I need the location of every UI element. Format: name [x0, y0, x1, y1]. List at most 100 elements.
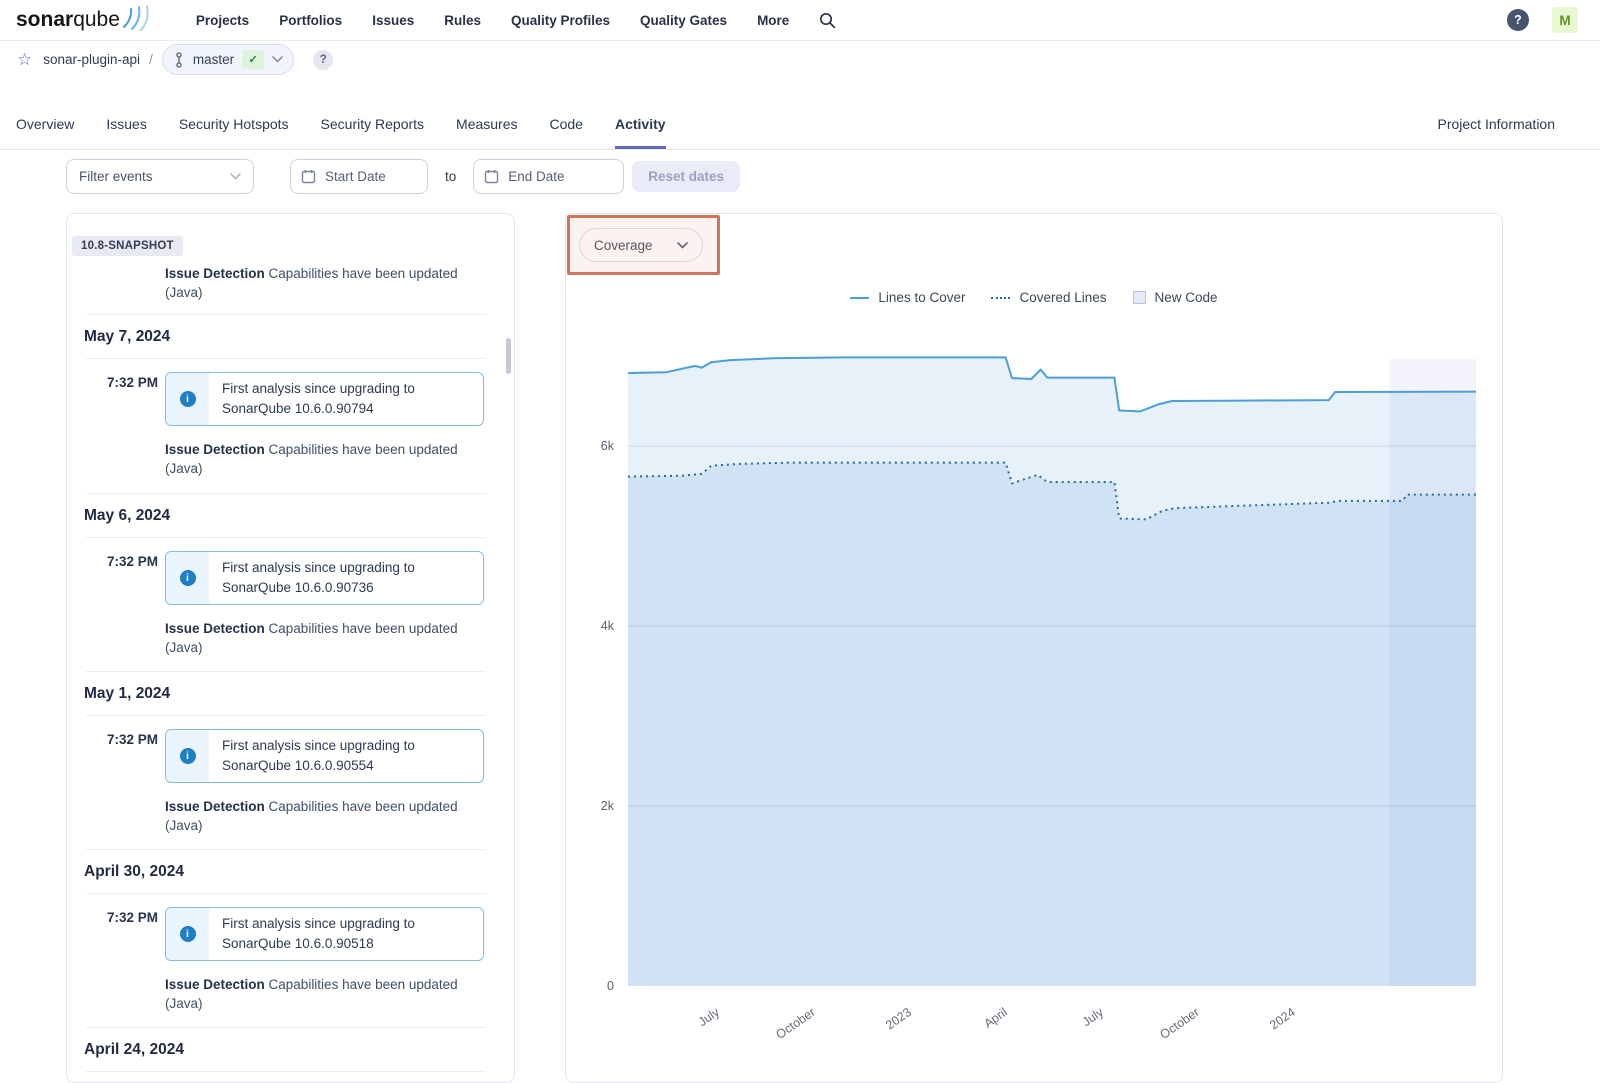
graph-metric-value: Coverage: [594, 238, 653, 253]
x-axis-tick-label: 2023: [883, 1005, 914, 1032]
graph-metric-select[interactable]: Coverage: [579, 228, 703, 262]
area-fill-covered-lines: [628, 463, 1476, 986]
legend-item-covered-lines[interactable]: Covered Lines: [991, 290, 1106, 305]
nav-item-issues[interactable]: Issues: [372, 13, 414, 28]
coverage-chart[interactable]: 02k4k6kJulyOctober2023AprilJulyOctober20…: [566, 332, 1504, 1074]
analysis-event-card[interactable]: iFirst analysis since upgrading to Sonar…: [165, 907, 484, 961]
nav-right: ? M: [1507, 7, 1578, 33]
chevron-down-icon: [272, 56, 283, 63]
divider: [86, 893, 486, 894]
legend-item-new-code[interactable]: New Code: [1133, 290, 1218, 305]
info-icon: i: [180, 391, 196, 407]
tab-measures[interactable]: Measures: [456, 116, 517, 149]
legend-item-lines-to-cover[interactable]: Lines to Cover: [850, 290, 965, 305]
tab-security-hotspots[interactable]: Security Hotspots: [179, 116, 289, 149]
version-badge: 10.8-SNAPSHOT: [72, 236, 183, 256]
nav-item-rules[interactable]: Rules: [444, 13, 481, 28]
divider: [86, 671, 486, 672]
x-axis-tick-label: October: [773, 1005, 817, 1042]
project-name-link[interactable]: sonar-plugin-api: [43, 52, 140, 67]
legend-dotted-swatch: [991, 297, 1010, 299]
event-card-text: First analysis since upgrading to SonarQ…: [209, 908, 465, 960]
analysis-event-card[interactable]: i First analysis since upgrading to Sonar…: [165, 551, 484, 605]
event-card-text: First analysis since upgrading to SonarQ…: [209, 552, 465, 604]
reset-dates-button[interactable]: Reset dates: [632, 161, 740, 192]
event-note: Issue Detection Capabilities have been u…: [165, 264, 473, 302]
event-row: 7:32 PM i First analysis since upgrading t…: [67, 551, 514, 605]
tab-security-reports[interactable]: Security Reports: [321, 116, 424, 149]
event-date-header: May 6, 2024: [84, 507, 514, 525]
y-axis-tick-label: 4k: [601, 619, 615, 633]
event-row: 7:32 PMiFirst analysis since upgrading t…: [67, 907, 514, 961]
divider: [86, 1027, 486, 1028]
to-label: to: [445, 169, 456, 184]
event-card-text: First analysis since upgrading to SonarQ…: [209, 730, 465, 782]
analysis-event-card[interactable]: i First analysis since upgrading to Sonar…: [165, 372, 484, 426]
tab-activity[interactable]: Activity: [615, 116, 666, 149]
help-icon[interactable]: ?: [1507, 9, 1529, 31]
branch-selector[interactable]: master ✓: [162, 44, 294, 75]
end-date-placeholder: End Date: [508, 169, 564, 184]
nav-item-quality-gates[interactable]: Quality Gates: [640, 13, 727, 28]
event-date-header: April 30, 2024: [84, 863, 514, 881]
legend-square-swatch: [1133, 291, 1146, 304]
analysis-event-card[interactable]: iFirst analysis since upgrading to Sonar…: [165, 729, 484, 783]
filter-events-select[interactable]: Filter events: [66, 159, 254, 194]
y-axis-tick-label: 2k: [601, 799, 615, 813]
nav-item-quality-profiles[interactable]: Quality Profiles: [511, 13, 610, 28]
divider: [86, 849, 486, 850]
legend-line-swatch: [850, 297, 869, 299]
breadcrumb-separator: /: [149, 52, 153, 67]
tab-code[interactable]: Code: [550, 116, 583, 149]
end-date-input[interactable]: End Date: [473, 159, 624, 194]
event-card-accent: i: [166, 908, 209, 960]
start-date-placeholder: Start Date: [325, 169, 386, 184]
y-axis-tick-label: 6k: [601, 439, 615, 453]
branch-help-icon[interactable]: ?: [313, 50, 333, 70]
nav-item-projects[interactable]: Projects: [196, 13, 249, 28]
event-note: Issue Detection Capabilities have been u…: [165, 975, 473, 1013]
chevron-down-icon: [230, 173, 241, 180]
tab-issues[interactable]: Issues: [106, 116, 146, 149]
nav-item-portfolios[interactable]: Portfolios: [279, 13, 342, 28]
sonarqube-logo[interactable]: sonarqube: [16, 8, 154, 32]
calendar-icon: [301, 169, 316, 184]
calendar-icon: [484, 169, 499, 184]
activity-filters: Filter events Start Date to End Date Res…: [66, 159, 1600, 194]
divider: [86, 1071, 486, 1072]
event-time: 7:32 PM: [67, 551, 158, 605]
project-information-link[interactable]: Project Information: [1438, 116, 1556, 149]
event-card-accent: i: [166, 552, 209, 604]
info-icon: i: [180, 570, 196, 586]
chevron-down-icon: [677, 242, 688, 249]
branch-icon: [173, 52, 185, 68]
events-scrollbar-thumb[interactable]: [506, 338, 511, 374]
divider: [86, 314, 486, 315]
event-note: Issue Detection Capabilities have been u…: [165, 797, 473, 835]
filter-events-placeholder: Filter events: [79, 169, 153, 184]
favorite-star-icon[interactable]: ☆: [17, 51, 32, 68]
x-axis-tick-label: October: [1157, 1005, 1201, 1042]
top-navbar: sonarqube Projects Portfolios Issues Rules Q…: [0, 0, 1600, 41]
event-date-header: April 24, 2024: [84, 1041, 514, 1059]
legend-label: Lines to Cover: [878, 290, 965, 305]
event-note: Issue Detection Capabilities have been u…: [165, 619, 473, 657]
avatar[interactable]: M: [1552, 7, 1578, 33]
breadcrumb: ☆ sonar-plugin-api / master ✓ ?: [0, 41, 1600, 78]
chart-legend: Lines to Cover Covered Lines New Code: [566, 290, 1502, 305]
start-date-input[interactable]: Start Date: [290, 159, 428, 194]
activity-events-panel: 10.8-SNAPSHOT Issue Detection Capabiliti…: [66, 213, 515, 1083]
x-axis-tick-label: July: [1080, 1005, 1107, 1030]
event-card-accent: i: [166, 373, 209, 425]
event-card-text: First analysis since upgrading to SonarQ…: [209, 373, 465, 425]
divider: [86, 493, 486, 494]
nav-item-more[interactable]: More: [757, 13, 789, 28]
event-time: 7:32 PM: [67, 729, 158, 783]
divider: [86, 358, 486, 359]
project-tabs-bar: Overview Issues Security Hotspots Security …: [0, 78, 1600, 150]
event-row: 7:32 PMiFirst analysis since upgrading t…: [67, 729, 514, 783]
search-icon[interactable]: [819, 12, 836, 29]
event-time: 7:32 PM: [67, 907, 158, 961]
divider: [86, 537, 486, 538]
tab-overview[interactable]: Overview: [16, 116, 74, 149]
